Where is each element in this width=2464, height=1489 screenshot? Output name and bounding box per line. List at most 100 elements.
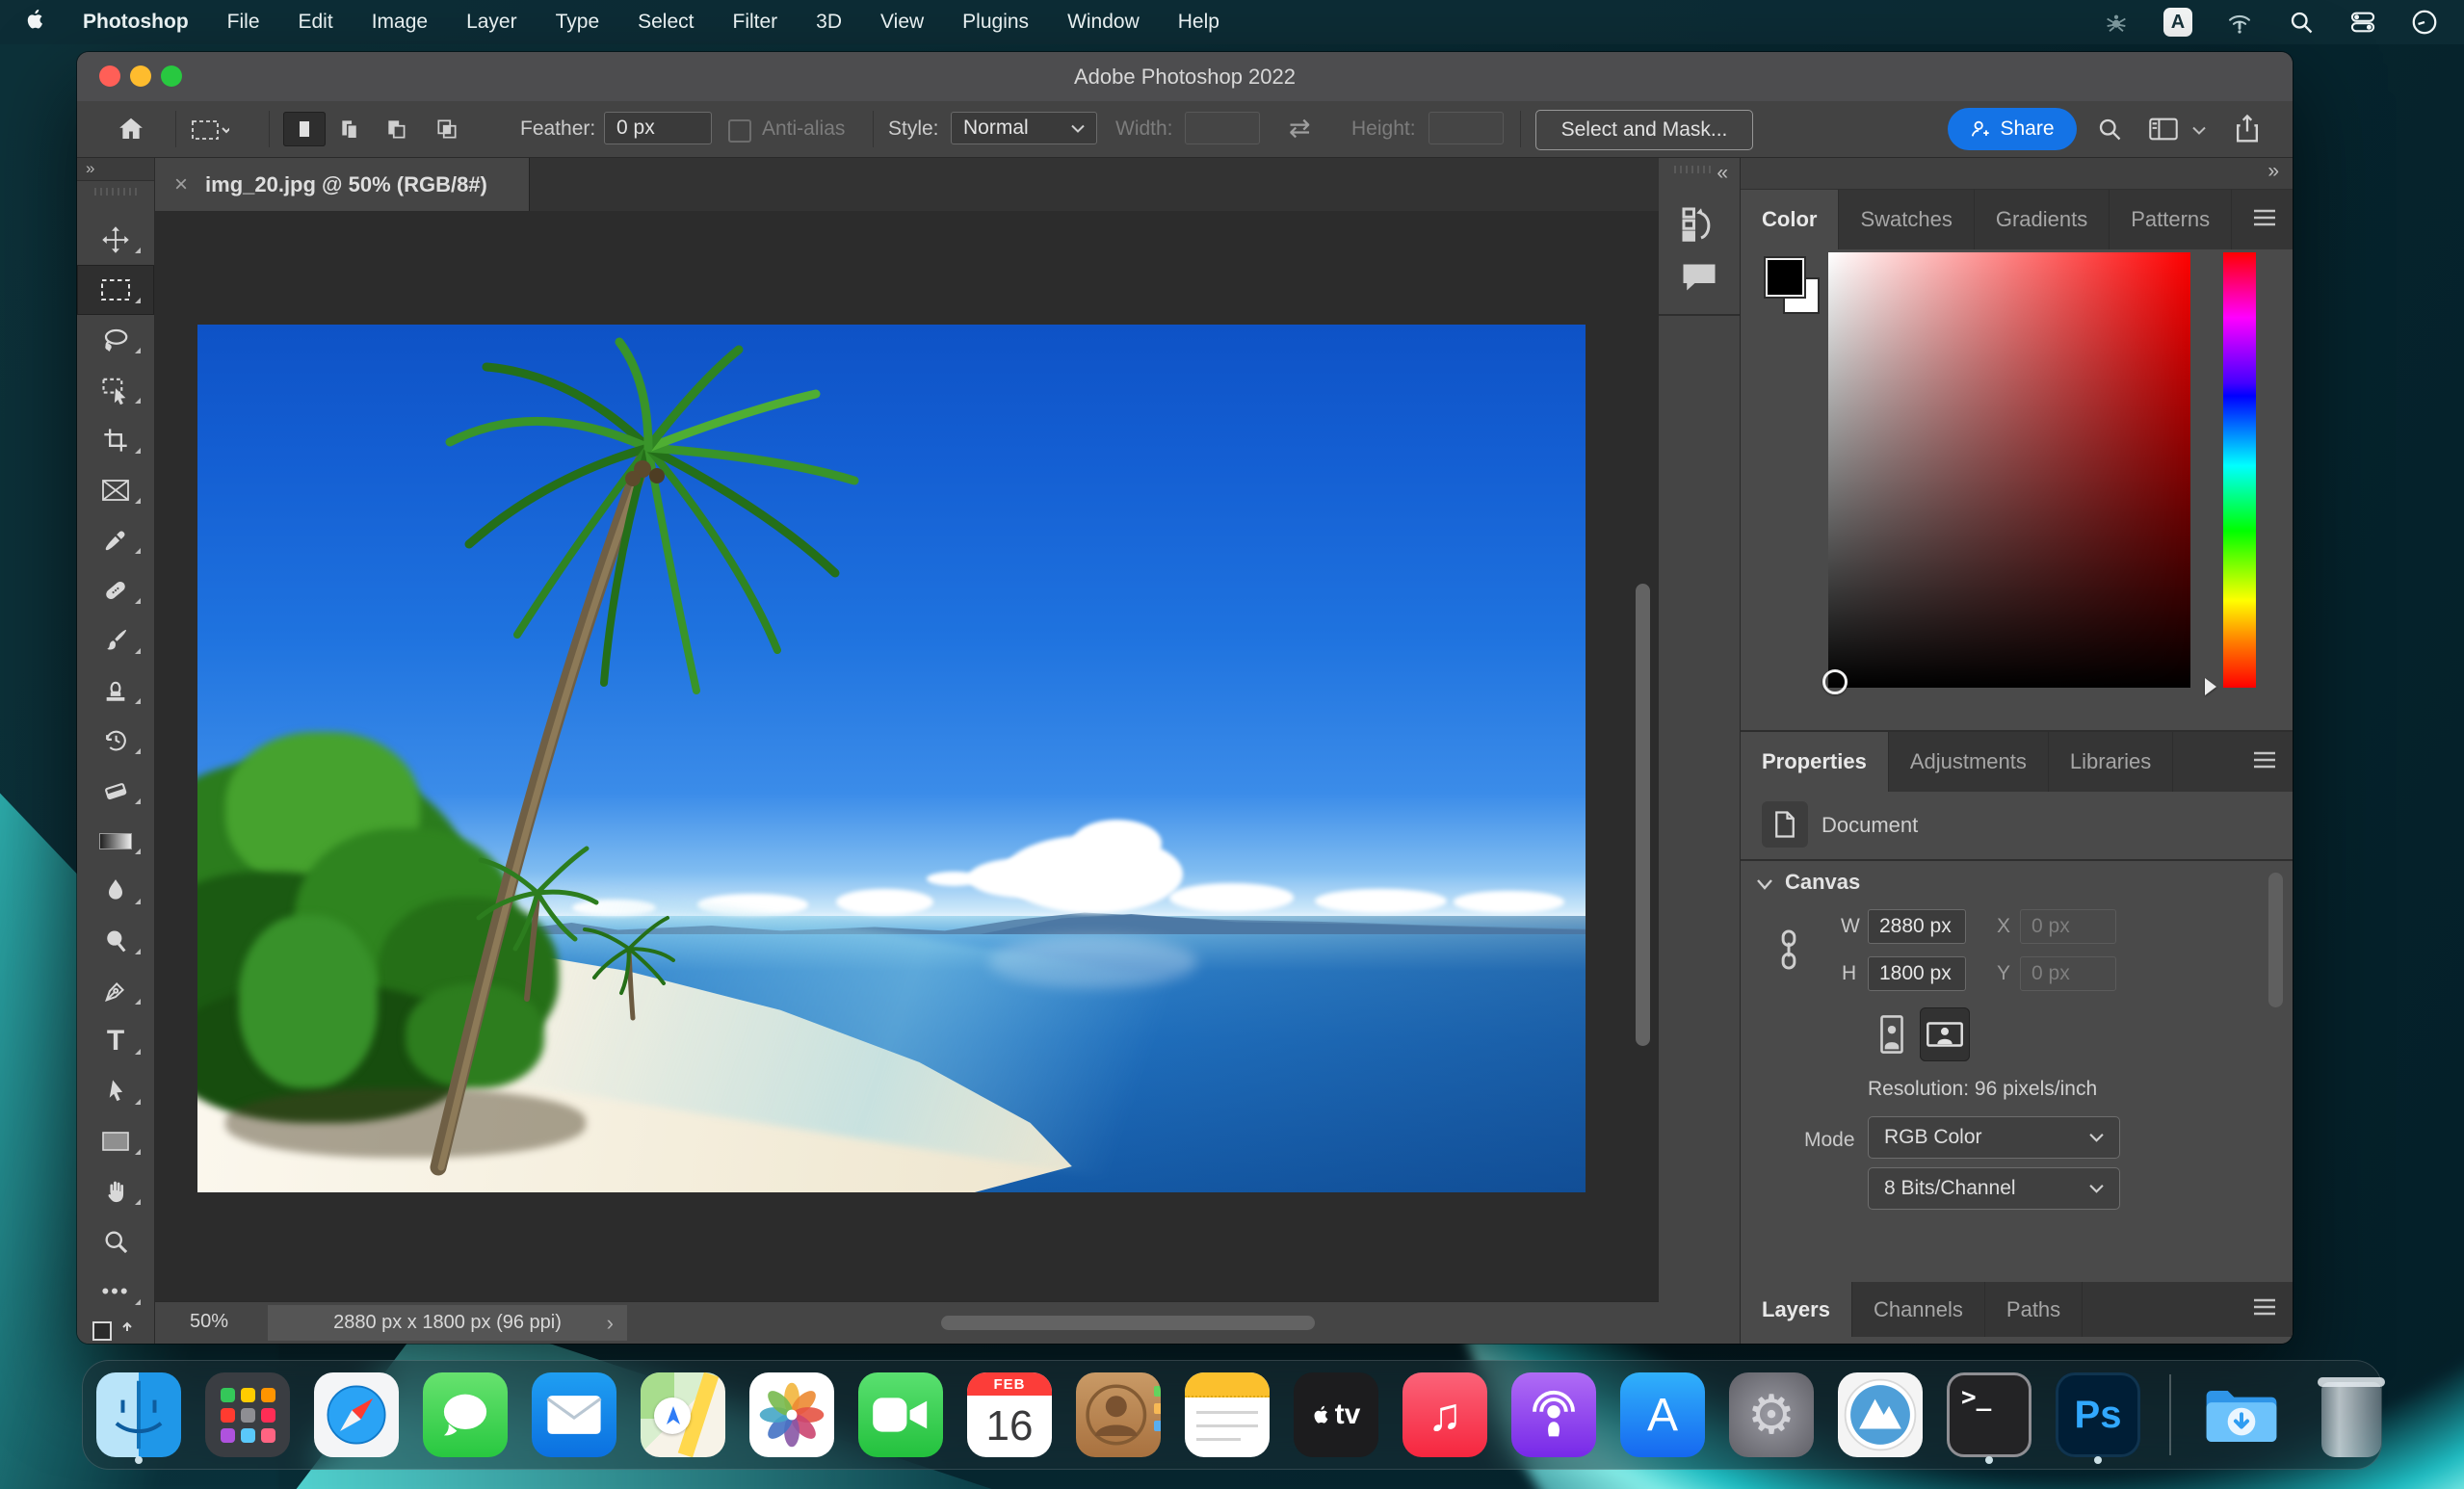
menu-item-plugins[interactable]: Plugins bbox=[943, 11, 1048, 34]
rectangle-tool[interactable] bbox=[77, 1116, 154, 1166]
canvas-y-input[interactable]: 0 px bbox=[2020, 956, 2116, 991]
zoom-level[interactable]: 50% bbox=[190, 1311, 228, 1333]
antialias-checkbox[interactable] bbox=[728, 119, 751, 143]
dock-launchpad-icon[interactable] bbox=[205, 1372, 290, 1457]
dock-music-icon[interactable]: ♫ bbox=[1402, 1372, 1487, 1457]
dock-notes-icon[interactable] bbox=[1185, 1372, 1270, 1457]
dock-contacts-icon[interactable] bbox=[1076, 1372, 1161, 1457]
dock-mail-icon[interactable] bbox=[532, 1372, 616, 1457]
bit-depth-select[interactable]: 8 Bits/Channel bbox=[1868, 1167, 2120, 1210]
add-to-selection-mode-button[interactable] bbox=[329, 112, 372, 146]
dock-messages-icon[interactable] bbox=[423, 1372, 508, 1457]
blur-tool[interactable] bbox=[77, 866, 154, 916]
canvas-x-input[interactable]: 0 px bbox=[2020, 909, 2116, 944]
intersect-selection-mode-button[interactable] bbox=[426, 112, 468, 146]
wifi-warning-icon[interactable] bbox=[2225, 8, 2254, 37]
menu-item-view[interactable]: View bbox=[861, 11, 943, 34]
tab-libraries[interactable]: Libraries bbox=[2049, 732, 2174, 792]
properties-scrollbar[interactable] bbox=[2268, 873, 2283, 1007]
canvas-image[interactable] bbox=[197, 325, 1586, 1192]
hand-tool[interactable] bbox=[77, 1166, 154, 1216]
clone-stamp-tool[interactable] bbox=[77, 666, 154, 716]
color-saturation-brightness-field[interactable] bbox=[1828, 252, 2190, 688]
chevron-right-icon[interactable]: › bbox=[607, 1311, 614, 1336]
edit-toolbar-ellipsis[interactable]: ••• bbox=[77, 1267, 154, 1317]
home-icon[interactable] bbox=[116, 115, 146, 148]
rectangular-marquee-tool[interactable] bbox=[77, 265, 154, 315]
dock-podcasts-icon[interactable] bbox=[1511, 1372, 1596, 1457]
dock-trash-icon[interactable] bbox=[2309, 1372, 2394, 1457]
share-button[interactable]: Share bbox=[1948, 108, 2077, 150]
lasso-tool[interactable] bbox=[77, 315, 154, 365]
export-share-icon[interactable] bbox=[2233, 114, 2262, 149]
dodge-tool[interactable] bbox=[77, 916, 154, 966]
expand-panels-control[interactable]: » bbox=[2267, 160, 2279, 183]
menu-item-edit[interactable]: Edit bbox=[279, 11, 353, 34]
feather-input[interactable]: 0 px bbox=[604, 112, 712, 144]
color-mode-select[interactable]: RGB Color bbox=[1868, 1116, 2120, 1159]
history-brush-tool[interactable] bbox=[77, 716, 154, 766]
gradient-tool[interactable] bbox=[77, 816, 154, 866]
subtract-from-selection-mode-button[interactable] bbox=[376, 112, 418, 146]
document-properties-icon[interactable] bbox=[1762, 801, 1808, 848]
swap-width-height-icon[interactable]: ⇄ bbox=[1289, 114, 1311, 144]
window-titlebar[interactable]: Adobe Photoshop 2022 bbox=[77, 52, 2293, 102]
dock-appstore-icon[interactable]: A bbox=[1620, 1372, 1705, 1457]
brush-tool[interactable] bbox=[77, 615, 154, 666]
comments-panel-icon[interactable] bbox=[1680, 260, 1718, 300]
canvas-width-input[interactable]: 2880 px bbox=[1868, 909, 1966, 944]
hue-slider[interactable] bbox=[2223, 252, 2256, 688]
document-dimensions[interactable]: 2880 px x 1800 px (96 ppi) › bbox=[268, 1305, 627, 1341]
panel-menu-icon[interactable] bbox=[2252, 209, 2277, 231]
menu-item-photoshop[interactable]: Photoshop bbox=[64, 11, 208, 34]
eraser-tool[interactable] bbox=[77, 766, 154, 816]
search-icon[interactable] bbox=[2096, 116, 2123, 147]
document-tab[interactable]: × img_20.jpg @ 50% (RGB/8#) bbox=[155, 158, 530, 211]
menu-item-image[interactable]: Image bbox=[353, 11, 447, 34]
dock-calendar-icon[interactable]: FEB 16 bbox=[967, 1372, 1052, 1457]
height-input[interactable] bbox=[1429, 112, 1504, 144]
canvas-height-input[interactable]: 1800 px bbox=[1868, 956, 1966, 991]
portrait-orientation-button[interactable] bbox=[1874, 1011, 1910, 1058]
section-collapse-chevron-icon[interactable] bbox=[1756, 878, 1773, 890]
input-source-icon[interactable]: A bbox=[2163, 8, 2192, 37]
foreground-background-swatches-partial[interactable] bbox=[91, 1319, 141, 1344]
menu-item-3d[interactable]: 3D bbox=[797, 11, 861, 34]
dock-photoshop-icon[interactable]: Ps bbox=[2056, 1372, 2140, 1457]
menu-item-filter[interactable]: Filter bbox=[714, 11, 798, 34]
close-tab-icon[interactable]: × bbox=[174, 171, 188, 198]
tab-adjustments[interactable]: Adjustments bbox=[1889, 732, 2049, 792]
width-input[interactable] bbox=[1185, 112, 1260, 144]
canvas-pasteboard[interactable] bbox=[155, 211, 1659, 1302]
dock-facetime-icon[interactable] bbox=[858, 1372, 943, 1457]
toolbar-grip[interactable] bbox=[94, 188, 137, 196]
menu-item-help[interactable]: Help bbox=[1159, 11, 1239, 34]
object-selection-tool[interactable] bbox=[77, 365, 154, 415]
panel-menu-icon[interactable] bbox=[2252, 751, 2277, 773]
tab-color[interactable]: Color bbox=[1741, 190, 1840, 249]
type-tool[interactable]: T bbox=[77, 1016, 154, 1066]
horizontal-scrollbar[interactable] bbox=[941, 1316, 1315, 1330]
toolbar-expand[interactable]: » bbox=[77, 158, 154, 181]
dock-maps-icon[interactable] bbox=[641, 1372, 725, 1457]
menu-item-window[interactable]: Window bbox=[1048, 11, 1159, 34]
spotlight-search-icon[interactable] bbox=[2287, 8, 2316, 37]
eyedropper-tool[interactable] bbox=[77, 515, 154, 565]
menu-item-select[interactable]: Select bbox=[618, 11, 713, 34]
path-selection-tool[interactable] bbox=[77, 1066, 154, 1116]
tab-properties[interactable]: Properties bbox=[1741, 732, 1889, 792]
dock-terminal-icon[interactable]: >_ bbox=[1947, 1372, 2031, 1457]
dock-downloads-icon[interactable] bbox=[2200, 1372, 2285, 1457]
select-and-mask-button[interactable]: Select and Mask... bbox=[1535, 110, 1753, 150]
vertical-scrollbar[interactable] bbox=[1636, 584, 1650, 1046]
tab-swatches[interactable]: Swatches bbox=[1839, 190, 1975, 249]
link-dimensions-icon[interactable] bbox=[1775, 928, 1802, 971]
landscape-orientation-button[interactable] bbox=[1920, 1007, 1970, 1061]
dock-appcleaner-icon[interactable] bbox=[1838, 1372, 1923, 1457]
style-select[interactable]: Normal bbox=[951, 112, 1097, 144]
dock-finder-icon[interactable] bbox=[96, 1372, 181, 1457]
menu-item-layer[interactable]: Layer bbox=[447, 11, 537, 34]
hue-slider-handle[interactable] bbox=[2205, 678, 2216, 695]
collapse-panels-control[interactable]: « bbox=[1717, 162, 1728, 185]
apple-menu[interactable] bbox=[0, 7, 64, 38]
